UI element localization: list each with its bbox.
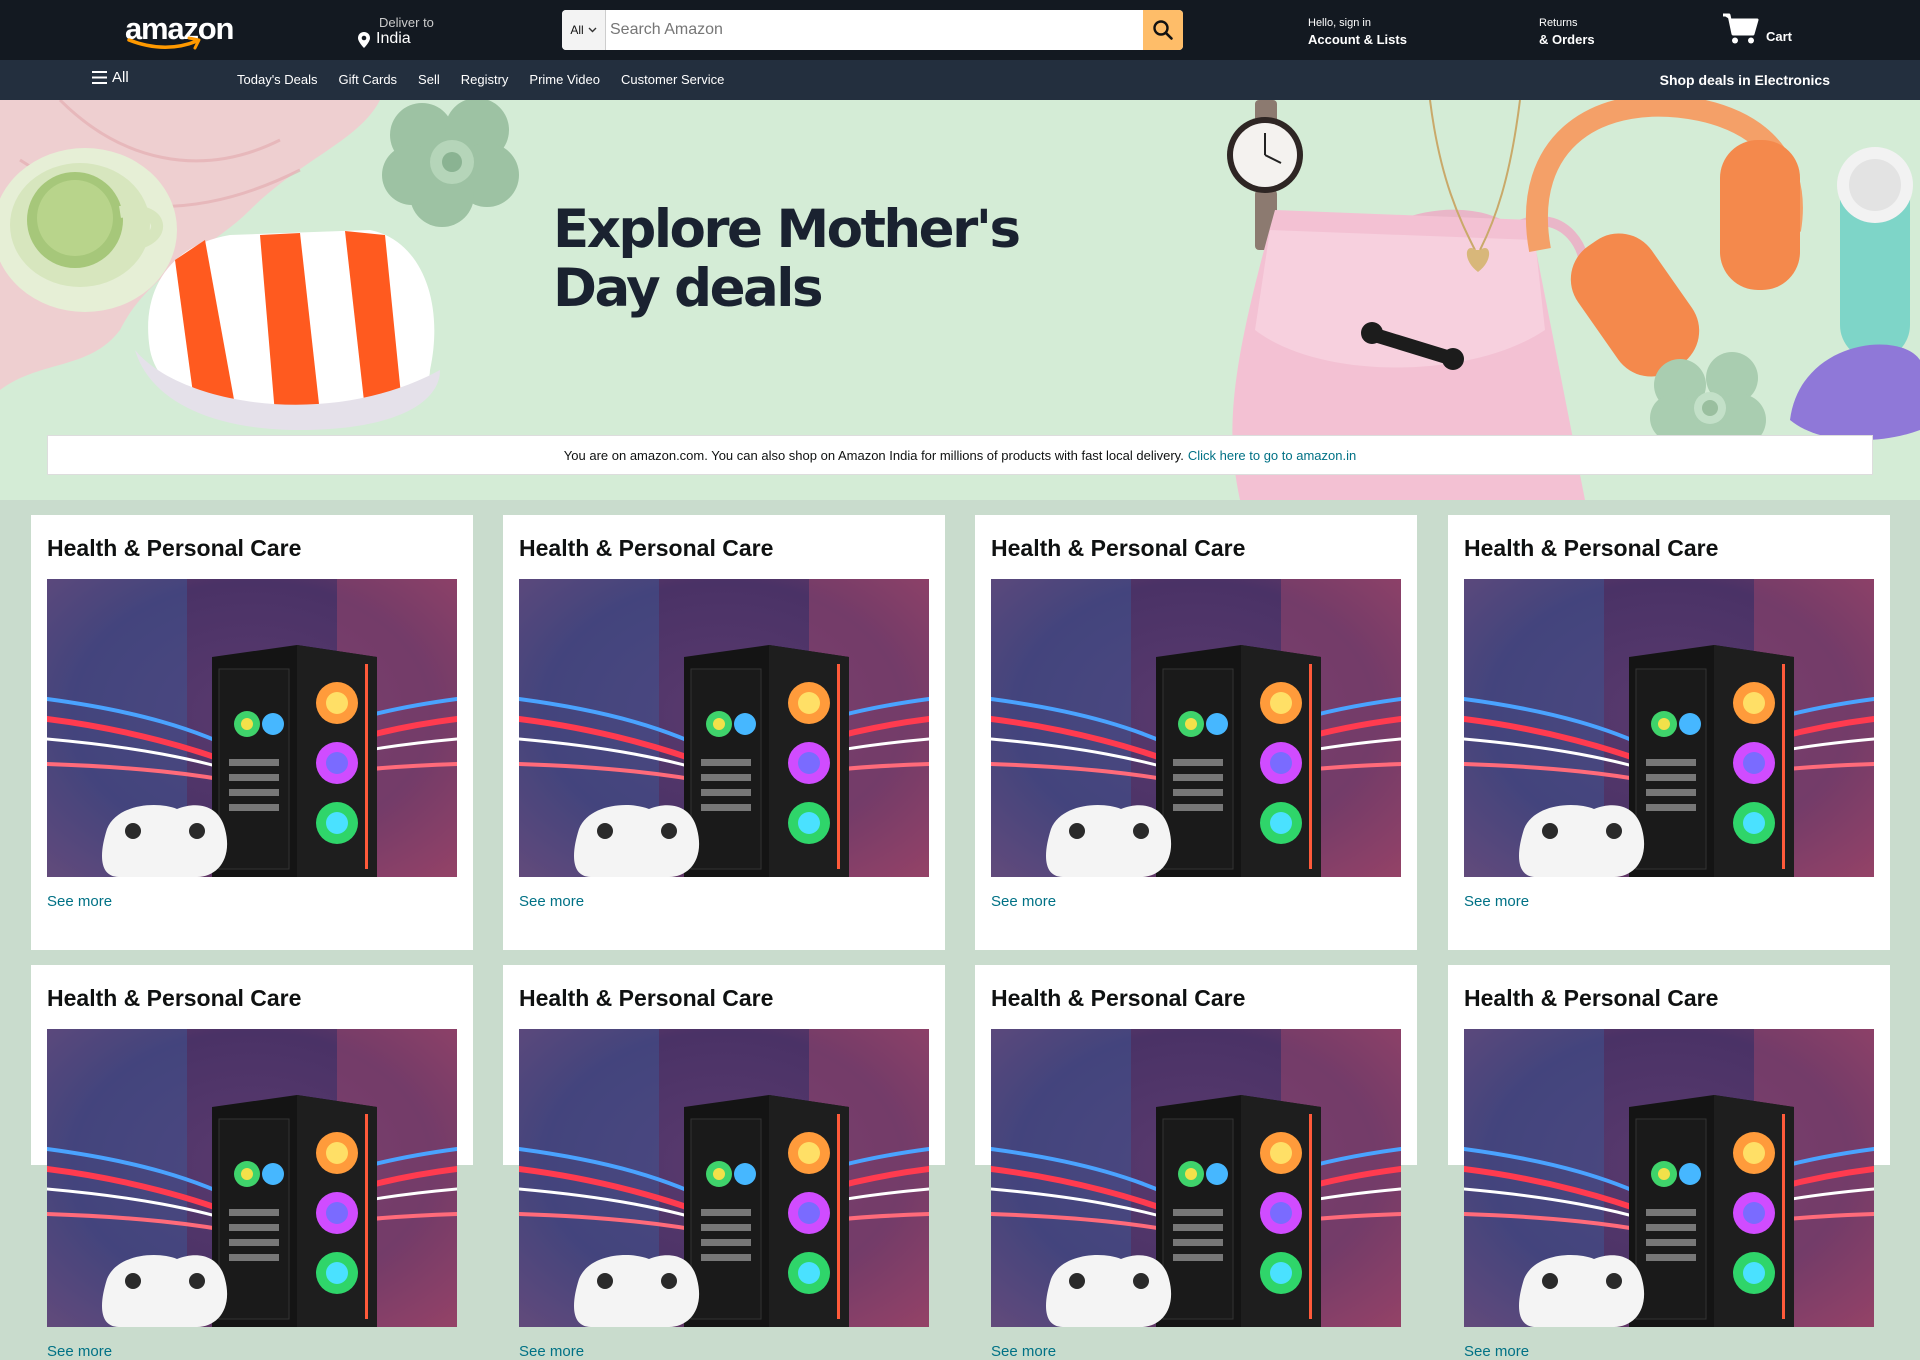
gaming-pc-image-art: [991, 579, 1401, 877]
card-title[interactable]: Health & Personal Care: [519, 535, 773, 562]
product-category-card: Health & Personal Care See more: [1448, 965, 1890, 1360]
nav-link-gift-cards[interactable]: Gift Cards: [339, 72, 398, 87]
search-button[interactable]: [1143, 10, 1183, 50]
see-more-link[interactable]: See more: [1464, 1343, 1529, 1360]
card-title[interactable]: Health & Personal Care: [47, 985, 301, 1012]
search-icon: [1153, 20, 1173, 40]
product-category-card: Health & Personal Care See more: [31, 965, 473, 1360]
nav-link-sell[interactable]: Sell: [418, 72, 440, 87]
card-title[interactable]: Health & Personal Care: [47, 535, 301, 562]
search-category-select[interactable]: All: [562, 10, 606, 50]
card-title[interactable]: Health & Personal Care: [519, 985, 773, 1012]
nav-link-registry[interactable]: Registry: [461, 72, 509, 87]
see-more-link[interactable]: See more: [47, 1343, 112, 1360]
hero-headline: Explore Mother's Day deals: [553, 199, 1021, 319]
hero-headline-line-1: Explore Mother's: [553, 199, 1021, 260]
card-product-image[interactable]: [519, 579, 929, 877]
nav-link-customer-service[interactable]: Customer Service: [621, 72, 724, 87]
see-more-link[interactable]: See more: [519, 893, 584, 910]
product-category-card: Health & Personal Care See more: [503, 965, 945, 1360]
go-to-amazon-in-link[interactable]: Click here to go to amazon.in: [1188, 448, 1356, 463]
location-pin-icon: [358, 32, 370, 48]
returns-label: Returns: [1539, 17, 1578, 29]
see-more-link[interactable]: See more: [991, 893, 1056, 910]
gaming-pc-image-art: [47, 1029, 457, 1327]
card-product-image[interactable]: [519, 1029, 929, 1327]
gaming-pc-image-art: [47, 579, 457, 877]
product-category-card: Health & Personal Care See more: [1448, 515, 1890, 950]
card-title[interactable]: Health & Personal Care: [1464, 535, 1718, 562]
card-product-image[interactable]: [1464, 1029, 1874, 1327]
gaming-pc-image-art: [1464, 579, 1874, 877]
search-category-value: All: [570, 23, 584, 37]
card-title[interactable]: Health & Personal Care: [991, 985, 1245, 1012]
account-label: Account & Lists: [1308, 32, 1407, 47]
search-input[interactable]: [606, 10, 1143, 50]
card-product-image[interactable]: [47, 579, 457, 877]
card-title[interactable]: Health & Personal Care: [1464, 985, 1718, 1012]
search-bar: All: [562, 10, 1183, 50]
shop-electronics-promo-link[interactable]: Shop deals in Electronics: [1660, 72, 1830, 88]
nav-links: Today's Deals Gift Cards Sell Registry P…: [237, 72, 745, 87]
cart-button[interactable]: Cart: [1722, 10, 1802, 50]
amazon-logo[interactable]: amazon: [122, 8, 234, 50]
top-navigation-bar: amazon Deliver to India All Hello, sign …: [0, 0, 1920, 60]
card-product-image[interactable]: [991, 1029, 1401, 1327]
nav-link-prime-video[interactable]: Prime Video: [529, 72, 600, 87]
card-product-image[interactable]: [47, 1029, 457, 1327]
gaming-pc-image-art: [519, 579, 929, 877]
returns-and-orders[interactable]: Returns & Orders: [1539, 17, 1595, 47]
card-product-image[interactable]: [991, 579, 1401, 877]
deliver-to-label: Deliver to: [379, 15, 434, 30]
smile-arrow-icon: [127, 36, 201, 50]
hero-headline-line-2: Day deals: [553, 258, 823, 319]
product-category-card: Health & Personal Care See more: [975, 965, 1417, 1360]
see-more-link[interactable]: See more: [47, 893, 112, 910]
see-more-link[interactable]: See more: [519, 1343, 584, 1360]
account-and-lists[interactable]: Hello, sign in Account & Lists: [1308, 17, 1407, 47]
notice-text: You are on amazon.com. You can also shop…: [563, 447, 1184, 463]
all-menu-button[interactable]: All: [92, 69, 129, 86]
account-greeting: Hello, sign in: [1308, 17, 1371, 29]
product-category-card: Health & Personal Care See more: [31, 515, 473, 950]
card-title[interactable]: Health & Personal Care: [991, 535, 1245, 562]
gaming-pc-image-art: [519, 1029, 929, 1327]
see-more-link[interactable]: See more: [1464, 893, 1529, 910]
regional-site-notice: You are on amazon.com. You can also shop…: [47, 435, 1873, 475]
hamburger-menu-icon: [92, 71, 107, 84]
nav-link-todays-deals[interactable]: Today's Deals: [237, 72, 318, 87]
deliver-to-country: India: [376, 30, 411, 47]
product-category-card: Health & Personal Care See more: [975, 515, 1417, 950]
all-menu-label: All: [112, 69, 129, 86]
see-more-link[interactable]: See more: [991, 1343, 1056, 1360]
product-category-card: Health & Personal Care See more: [503, 515, 945, 950]
gaming-pc-image-art: [1464, 1029, 1874, 1327]
card-product-image[interactable]: [1464, 579, 1874, 877]
cart-label: Cart: [1766, 29, 1793, 44]
secondary-navigation-bar: All Today's Deals Gift Cards Sell Regist…: [0, 60, 1920, 100]
orders-label: & Orders: [1539, 32, 1595, 47]
chevron-down-icon: [588, 27, 597, 33]
cart-icon: [1723, 13, 1759, 44]
gaming-pc-image-art: [991, 1029, 1401, 1327]
